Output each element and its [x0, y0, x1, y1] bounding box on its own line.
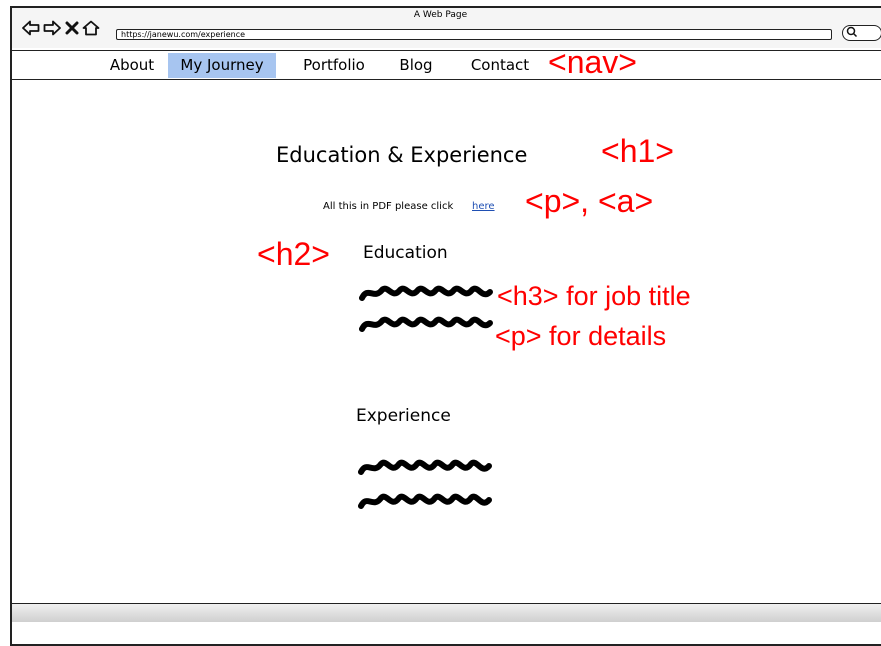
url-input[interactable]: https://janewu.com/experience	[116, 29, 832, 40]
home-icon[interactable]	[82, 20, 100, 40]
status-bar	[12, 603, 881, 622]
experience-heading: Experience	[356, 406, 451, 426]
annotation-p-a: <p>, <a>	[525, 183, 654, 219]
url-text: https://janewu.com/experience	[121, 30, 246, 39]
forward-arrow-icon[interactable]	[43, 20, 61, 40]
annotation-h1: <h1>	[601, 133, 674, 169]
pdf-link[interactable]: here	[472, 200, 495, 214]
annotation-nav: <nav>	[548, 44, 637, 80]
education-job-title-scribble	[359, 285, 493, 301]
page-title: Education & Experience	[276, 143, 528, 167]
nav-item-about[interactable]: About	[103, 53, 161, 78]
education-heading: Education	[363, 243, 448, 263]
annotation-p-details: <p> for details	[495, 321, 667, 351]
annotation-h2: <h2>	[257, 236, 330, 272]
back-arrow-icon[interactable]	[22, 20, 40, 40]
search-icon[interactable]	[846, 26, 858, 41]
nav-item-blog[interactable]: Blog	[393, 53, 439, 78]
close-icon[interactable]	[65, 20, 79, 40]
experience-job-title-scribble	[358, 459, 492, 475]
nav-item-my-journey[interactable]: My Journey	[168, 53, 276, 78]
education-details-scribble	[359, 316, 493, 332]
nav-item-contact[interactable]: Contact	[465, 53, 535, 78]
nav-item-portfolio[interactable]: Portfolio	[295, 53, 373, 78]
experience-details-scribble	[358, 493, 492, 509]
window-title: A Web Page	[413, 10, 468, 20]
annotation-h3: <h3> for job title	[497, 281, 691, 311]
pdf-text: All this in PDF please click	[323, 201, 454, 212]
